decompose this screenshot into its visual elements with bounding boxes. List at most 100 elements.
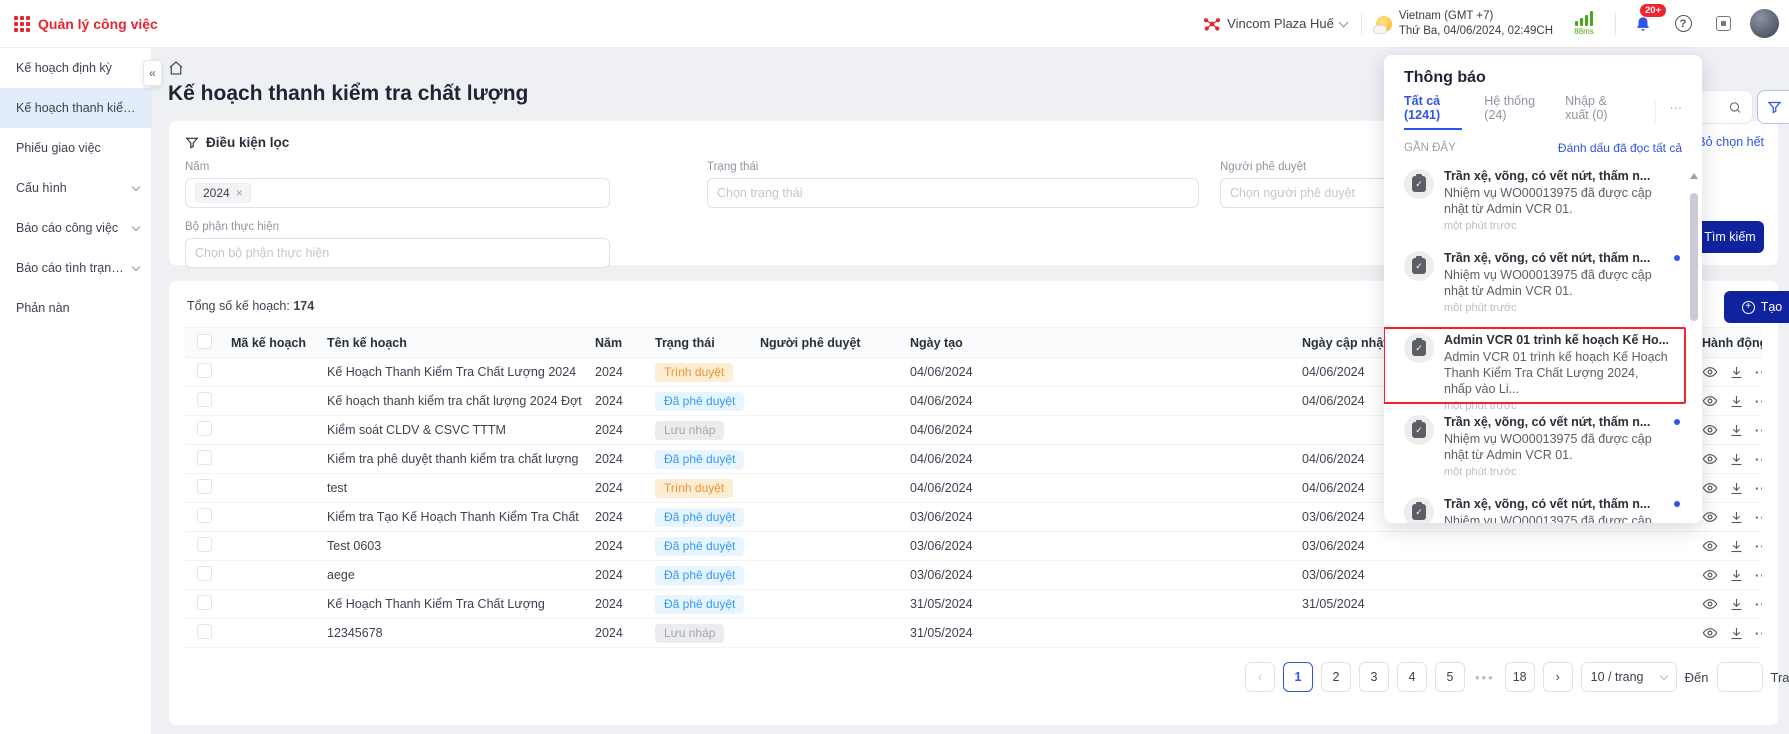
view-button[interactable]: [1702, 625, 1718, 641]
download-button[interactable]: [1729, 423, 1744, 438]
more-tabs-button[interactable]: ···: [1655, 101, 1683, 123]
more-actions-button[interactable]: ···: [1755, 626, 1762, 641]
download-button[interactable]: [1729, 597, 1744, 612]
more-actions-button[interactable]: ···: [1755, 539, 1762, 554]
download-button[interactable]: [1729, 626, 1744, 641]
mark-all-read-link[interactable]: Đánh dấu đã đọc tất cả: [1558, 141, 1682, 155]
view-button[interactable]: [1702, 480, 1718, 496]
notification-item-time: một phút trước: [1444, 466, 1668, 478]
scrollbar-thumb[interactable]: [1690, 193, 1698, 321]
year-select[interactable]: 2024 ×: [185, 178, 610, 208]
view-button[interactable]: [1702, 364, 1718, 380]
notification-item[interactable]: ✓ Trần xệ, võng, có vết nứt, thấm n... N…: [1404, 241, 1682, 323]
view-button[interactable]: [1702, 422, 1718, 438]
cell-created-date: 03/06/2024: [898, 568, 1290, 582]
row-checkbox[interactable]: [197, 566, 212, 581]
select-all-checkbox[interactable]: [197, 334, 212, 349]
page-size-select[interactable]: 10 / trang: [1581, 662, 1677, 692]
download-button[interactable]: [1729, 365, 1744, 380]
department-select-input[interactable]: [195, 246, 600, 260]
notification-item[interactable]: ✓ Admin VCR 01 trình kế hoạch Kế Ho... A…: [1404, 323, 1682, 405]
download-button[interactable]: [1729, 394, 1744, 409]
view-button[interactable]: [1702, 567, 1718, 583]
sidebar-item[interactable]: Báo cáo công việc: [0, 208, 151, 248]
page-button[interactable]: 1: [1283, 662, 1313, 692]
row-checkbox[interactable]: [197, 595, 212, 610]
next-page-button[interactable]: ›: [1543, 662, 1573, 692]
home-icon[interactable]: [168, 60, 184, 76]
download-button[interactable]: [1729, 452, 1744, 467]
notification-tab[interactable]: Nhập & xuất (0): [1565, 94, 1632, 130]
row-checkbox[interactable]: [197, 421, 212, 436]
table-row[interactable]: Kế Hoạch Thanh Kiểm Tra Chất Lượng 2024 …: [185, 590, 1762, 619]
sidebar-item[interactable]: Phản nàn: [0, 288, 151, 328]
page-button[interactable]: 18: [1505, 662, 1535, 692]
page-button[interactable]: 2: [1321, 662, 1351, 692]
row-checkbox[interactable]: [197, 537, 212, 552]
scroll-up-icon[interactable]: [1690, 173, 1698, 179]
sidebar-item[interactable]: Báo cáo tình trạng thực hiện: [0, 248, 151, 288]
notifications-button[interactable]: 20+: [1630, 11, 1656, 37]
sidebar-item[interactable]: Kế hoạch định kỳ: [0, 48, 151, 88]
more-actions-button[interactable]: ···: [1755, 568, 1762, 583]
search-submit-button[interactable]: Tìm kiếm: [1696, 221, 1764, 253]
row-checkbox[interactable]: [197, 508, 212, 523]
status-badge: Lưu nháp: [655, 624, 724, 643]
sidebar-item[interactable]: Cấu hình: [0, 168, 151, 208]
notification-item[interactable]: ✓ Trần xệ, võng, có vết nứt, thấm n... N…: [1404, 487, 1682, 523]
download-button[interactable]: [1729, 481, 1744, 496]
download-button[interactable]: [1729, 568, 1744, 583]
more-actions-button[interactable]: ···: [1755, 365, 1762, 380]
view-button[interactable]: [1702, 393, 1718, 409]
download-button[interactable]: [1729, 510, 1744, 525]
download-button[interactable]: [1729, 539, 1744, 554]
user-avatar[interactable]: [1750, 9, 1779, 38]
help-button[interactable]: ?: [1670, 11, 1696, 37]
prev-page-button[interactable]: ‹: [1245, 662, 1275, 692]
more-actions-button[interactable]: ···: [1755, 510, 1762, 525]
row-checkbox[interactable]: [197, 479, 212, 494]
row-checkbox[interactable]: [197, 624, 212, 639]
page-button[interactable]: 3: [1359, 662, 1389, 692]
department-select[interactable]: [185, 238, 610, 268]
notification-tab[interactable]: Tất cả (1241): [1404, 94, 1462, 130]
page-button[interactable]: 5: [1435, 662, 1465, 692]
row-checkbox[interactable]: [197, 392, 212, 407]
notification-tab[interactable]: Hệ thống (24): [1484, 94, 1543, 130]
cell-year: 2024: [583, 423, 643, 437]
notification-item[interactable]: ✓ Trần xệ, võng, có vết nứt, thấm n... N…: [1404, 405, 1682, 487]
page-button[interactable]: 4: [1397, 662, 1427, 692]
sidebar-collapse-button[interactable]: «: [143, 60, 162, 86]
table-row[interactable]: Test 0603 2024 Đã phê duyệt 03/06/2024 0…: [185, 532, 1762, 561]
more-actions-button[interactable]: ···: [1755, 452, 1762, 467]
deselect-all-link[interactable]: Bỏ chọn hết: [1697, 135, 1764, 149]
status-select-input[interactable]: [717, 186, 1189, 200]
app-launcher-icon[interactable]: [14, 16, 30, 32]
widget-button[interactable]: [1710, 11, 1736, 37]
more-actions-button[interactable]: ···: [1755, 394, 1762, 409]
view-button[interactable]: [1702, 451, 1718, 467]
notification-item-title: Trần xệ, võng, có vết nứt, thấm n...: [1444, 497, 1668, 511]
filter-toggle-button[interactable]: [1757, 90, 1789, 124]
more-actions-button[interactable]: ···: [1755, 481, 1762, 496]
view-button[interactable]: [1702, 596, 1718, 612]
sidebar-item[interactable]: Kế hoạch thanh kiểm tra chất...: [0, 88, 151, 128]
more-actions-button[interactable]: ···: [1755, 423, 1762, 438]
table-row[interactable]: aege 2024 Đã phê duyệt 03/06/2024 03/06/…: [185, 561, 1762, 590]
view-button[interactable]: [1702, 538, 1718, 554]
unread-dot: [1674, 255, 1680, 261]
mall-selector[interactable]: Vincom Plaza Huế: [1203, 15, 1347, 33]
row-checkbox[interactable]: [197, 450, 212, 465]
more-actions-button[interactable]: ···: [1755, 597, 1762, 612]
table-row[interactable]: 12345678 2024 Lưu nháp 31/05/2024 ···: [185, 619, 1762, 648]
chevron-down-icon: [132, 182, 140, 190]
cell-plan-name: 12345678: [315, 626, 583, 640]
status-select[interactable]: [707, 178, 1199, 208]
row-checkbox[interactable]: [197, 363, 212, 378]
view-button[interactable]: [1702, 509, 1718, 525]
create-button[interactable]: + Tạo: [1724, 291, 1789, 323]
notification-item[interactable]: ✓ Trần xệ, võng, có vết nứt, thấm n... N…: [1404, 159, 1682, 241]
goto-page-input[interactable]: [1717, 662, 1763, 692]
remove-tag-icon[interactable]: ×: [236, 186, 243, 200]
sidebar-item[interactable]: Phiếu giao việc: [0, 128, 151, 168]
